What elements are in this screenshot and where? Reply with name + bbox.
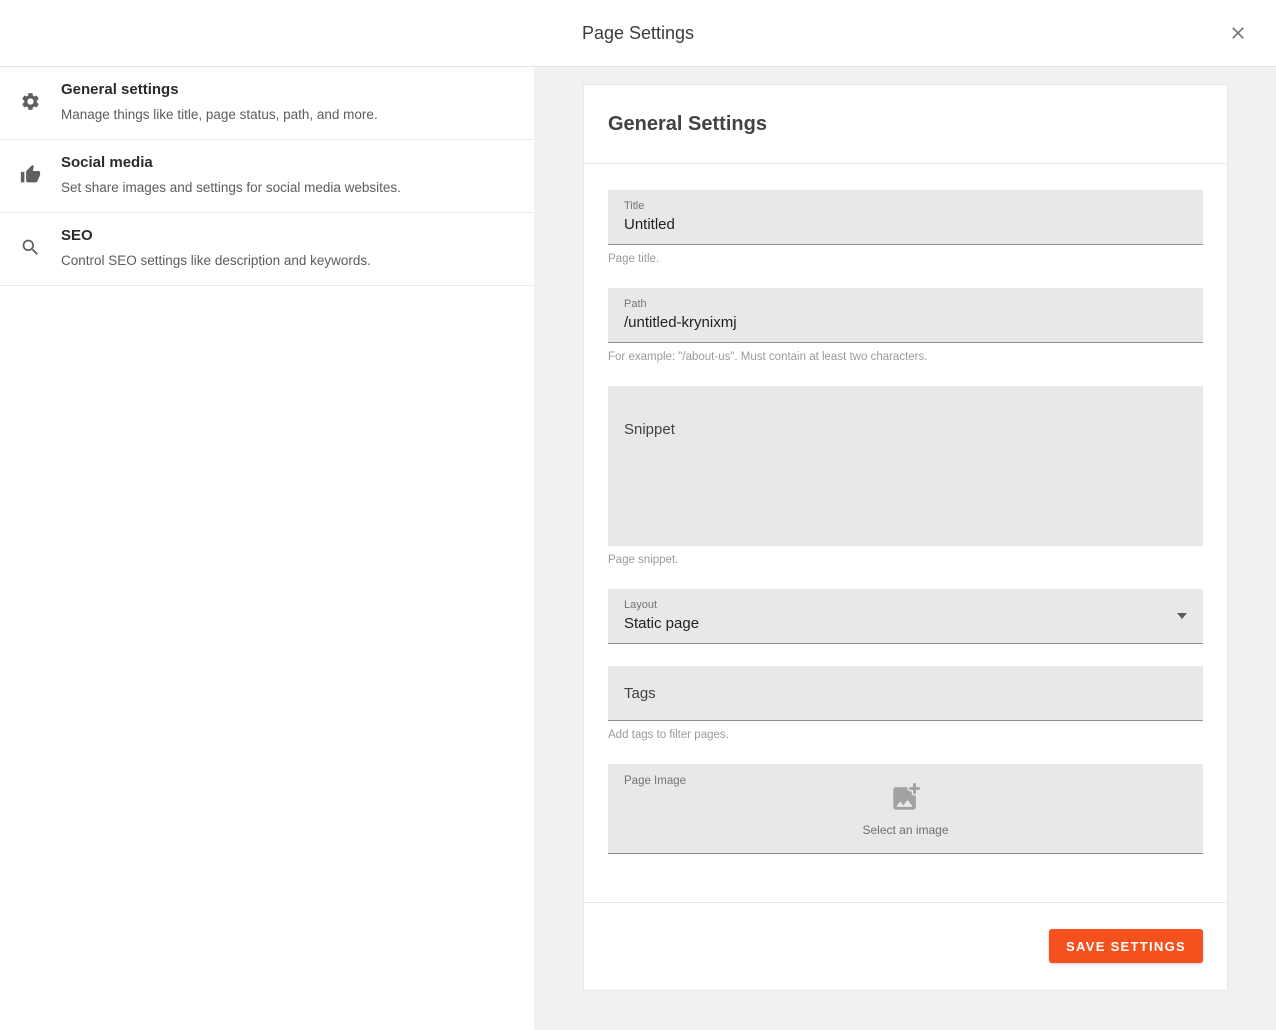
tags-field [608, 666, 1203, 721]
snippet-field [608, 386, 1203, 546]
chevron-down-icon[interactable] [1177, 613, 1187, 619]
search-icon [0, 213, 61, 258]
tags-input[interactable] [608, 666, 1203, 720]
tags-field-group: Add tags to filter pages. [608, 666, 1203, 742]
close-icon [1228, 23, 1248, 43]
layout-field-label: Layout [624, 598, 1187, 612]
card-body: Title Page title. Path For example: "/ab… [584, 164, 1227, 854]
modal-title: Page Settings [0, 0, 1276, 67]
tags-helper-text: Add tags to filter pages. [608, 728, 1203, 742]
title-input[interactable] [624, 213, 1187, 233]
sidebar-item-social-media[interactable]: Social media Set share images and settin… [0, 140, 534, 213]
sidebar-item-general-settings[interactable]: General settings Manage things like titl… [0, 67, 534, 140]
snippet-helper-text: Page snippet. [608, 553, 1203, 567]
settings-sidebar: General settings Manage things like titl… [0, 67, 534, 1030]
path-field-label: Path [624, 297, 1187, 311]
layout-field-group: Layout Static page [608, 589, 1203, 644]
thumb-up-icon [0, 140, 61, 185]
card-header: General Settings [584, 85, 1227, 164]
card-title: General Settings [608, 113, 767, 136]
page-settings-modal: Page Settings General settings Manage th… [0, 0, 1276, 1030]
title-field: Title [608, 190, 1203, 245]
add-photo-icon [889, 780, 923, 819]
sidebar-item-description: Control SEO settings like description an… [61, 253, 371, 269]
sidebar-item-title: SEO [61, 226, 371, 246]
snippet-field-group: Page snippet. [608, 386, 1203, 567]
page-image-selector[interactable]: Page Image Select an image [608, 764, 1203, 854]
layout-selected-value: Static page [624, 612, 1187, 632]
modal-body: General settings Manage things like titl… [0, 67, 1276, 1030]
snippet-textarea[interactable] [608, 386, 1203, 546]
general-settings-card: General Settings Title Page title. [583, 84, 1228, 991]
modal-header: Page Settings [0, 0, 1276, 67]
title-field-label: Title [624, 199, 1187, 213]
page-image-group: Page Image Select an image [608, 764, 1203, 854]
select-image-label: Select an image [862, 823, 948, 837]
path-field-group: Path For example: "/about-us". Must cont… [608, 288, 1203, 364]
sidebar-item-title: General settings [61, 80, 378, 100]
title-field-group: Title Page title. [608, 190, 1203, 266]
sidebar-item-description: Set share images and settings for social… [61, 180, 401, 196]
page-image-label: Page Image [624, 775, 686, 787]
card-footer: SAVE SETTINGS [584, 902, 1227, 990]
save-settings-button[interactable]: SAVE SETTINGS [1049, 929, 1203, 963]
title-helper-text: Page title. [608, 252, 1203, 266]
path-input[interactable] [624, 311, 1187, 331]
layout-select[interactable]: Layout Static page [608, 589, 1203, 644]
close-button[interactable] [1222, 17, 1254, 49]
sidebar-item-title: Social media [61, 153, 401, 173]
sidebar-item-description: Manage things like title, page status, p… [61, 107, 378, 123]
settings-panel: General Settings Title Page title. [534, 67, 1276, 1030]
path-field: Path [608, 288, 1203, 343]
path-helper-text: For example: "/about-us". Must contain a… [608, 350, 1203, 364]
sidebar-item-seo[interactable]: SEO Control SEO settings like descriptio… [0, 213, 534, 286]
gear-icon [0, 67, 61, 112]
